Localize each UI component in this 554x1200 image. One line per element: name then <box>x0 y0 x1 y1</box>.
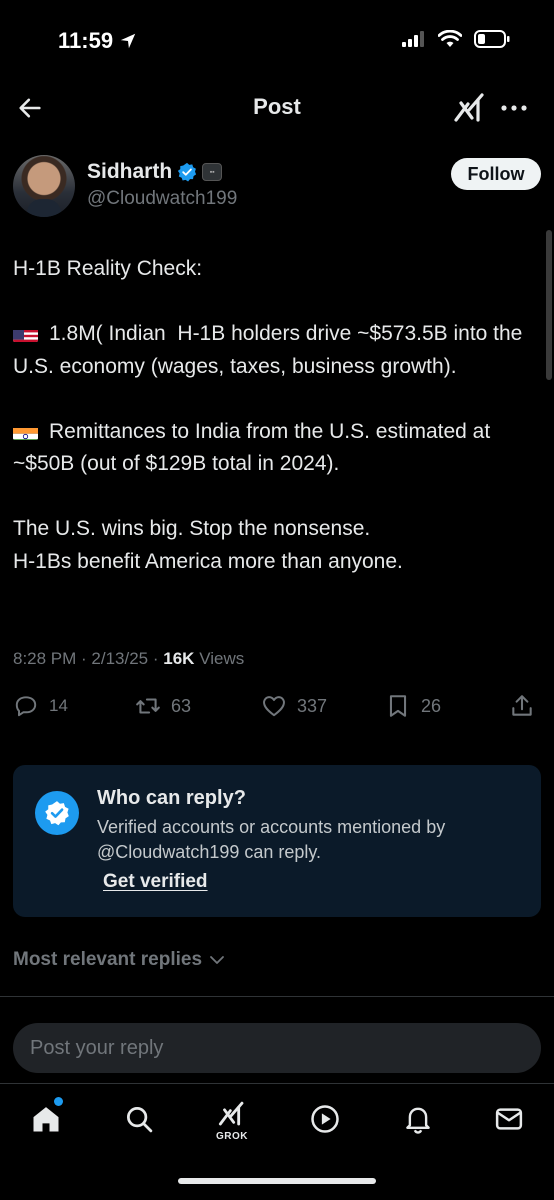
share-button[interactable] <box>509 693 535 719</box>
reply-sort-label: Most relevant replies <box>13 949 203 970</box>
reply-input[interactable]: Post your reply <box>13 1023 541 1073</box>
bookmark-icon <box>389 695 407 717</box>
more-dots-icon <box>501 105 527 111</box>
tab-search[interactable] <box>119 1099 159 1139</box>
post-date: 2/13/25 <box>91 649 149 668</box>
post-actions: 14 63 337 26 <box>13 693 541 725</box>
tab-home[interactable] <box>26 1097 66 1139</box>
more-options-button[interactable] <box>498 92 530 124</box>
views-label[interactable]: Views <box>199 649 244 668</box>
post-paragraph-3-line-2: H-1Bs benefit America more than anyone. <box>13 549 403 573</box>
avatar[interactable] <box>13 155 75 217</box>
post-paragraph-2: Remittances to India from the U.S. estim… <box>13 416 533 481</box>
india-flag-icon <box>13 423 38 440</box>
reply-sort-selector[interactable]: Most relevant replies <box>13 949 226 971</box>
reply-count: 14 <box>49 696 68 715</box>
grok-tab-label: GROK <box>216 1131 248 1142</box>
grok-icon <box>454 93 484 122</box>
views-count[interactable]: 16K <box>163 649 194 668</box>
grok-button[interactable] <box>452 90 488 126</box>
heart-icon <box>263 696 285 717</box>
reply-icon <box>15 696 37 717</box>
us-flag-icon <box>13 325 38 342</box>
post-paragraph-1-text: 1.8M( Indian H-1B holders drive ~$573.5B… <box>13 322 529 378</box>
bookmark-count: 26 <box>421 695 442 716</box>
post-title-line: H-1B Reality Check: <box>13 257 203 280</box>
battery-icon <box>474 30 510 48</box>
grok-icon <box>218 1101 244 1126</box>
status-indicators <box>402 30 510 48</box>
post-paragraph-2-text: Remittances to India from the U.S. estim… <box>13 419 497 476</box>
follow-button[interactable]: Follow <box>451 158 541 190</box>
status-bar: 11:59 <box>0 0 554 80</box>
repost-icon <box>136 698 160 714</box>
repost-count: 63 <box>171 695 192 716</box>
play-circle-icon <box>311 1105 339 1133</box>
reply-button[interactable]: 14 <box>13 693 68 719</box>
tab-grok[interactable] <box>212 1094 252 1134</box>
repost-button[interactable]: 63 <box>135 693 191 719</box>
like-button[interactable]: 337 <box>261 693 327 719</box>
like-count: 337 <box>297 695 328 716</box>
mail-icon <box>495 1108 523 1130</box>
post-text: H-1B Reality Check: 1.8M( Indian H-1B ho… <box>13 253 533 578</box>
home-icon <box>33 1107 59 1132</box>
post-paragraph-3-line-1: The U.S. wins big. Stop the nonsense. <box>13 517 371 540</box>
tab-notifications[interactable] <box>398 1099 438 1139</box>
who-can-reply-title: Who can reply? <box>97 787 246 809</box>
who-can-reply-card: Who can reply? Verified accounts or acco… <box>13 765 541 917</box>
verified-badge-icon <box>178 162 197 182</box>
post-paragraph-1: 1.8M( Indian H-1B holders drive ~$573.5B… <box>13 318 533 383</box>
scrollbar[interactable] <box>546 230 552 380</box>
who-can-reply-text: Verified accounts or accounts mentioned … <box>97 817 446 862</box>
verified-shield-icon <box>35 791 79 835</box>
notification-dot <box>54 1097 63 1106</box>
location-arrow-icon <box>120 33 136 49</box>
divider <box>0 996 554 997</box>
post-meta: 8:28 PM · 2/13/25 · 16K Views <box>13 649 245 668</box>
wifi-icon <box>438 30 462 47</box>
bookmark-button[interactable]: 26 <box>385 693 441 719</box>
cellular-signal-icon <box>402 31 424 47</box>
status-time: 11:59 <box>58 28 137 54</box>
post-time: 8:28 PM <box>13 649 77 668</box>
author-name-row[interactable]: Sidharth ▪▪ <box>87 160 223 184</box>
top-navigation: Post <box>0 80 554 136</box>
search-icon <box>127 1107 153 1133</box>
tab-messages[interactable] <box>489 1099 529 1139</box>
chevron-down-icon <box>210 956 224 964</box>
reply-input-placeholder: Post your reply <box>30 1036 164 1059</box>
tab-video[interactable] <box>305 1099 345 1139</box>
author-name: Sidharth <box>87 160 173 183</box>
bell-icon <box>406 1107 430 1134</box>
get-verified-link[interactable]: Get verified <box>103 871 208 893</box>
share-icon <box>512 695 532 716</box>
post-author: Sidharth ▪▪ @Cloudwatch199 Follow <box>13 155 541 219</box>
home-indicator <box>178 1178 376 1184</box>
clock-text: 11:59 <box>58 28 114 53</box>
author-handle[interactable]: @Cloudwatch199 <box>87 188 237 210</box>
affiliate-badge-icon: ▪▪ <box>202 163 223 181</box>
